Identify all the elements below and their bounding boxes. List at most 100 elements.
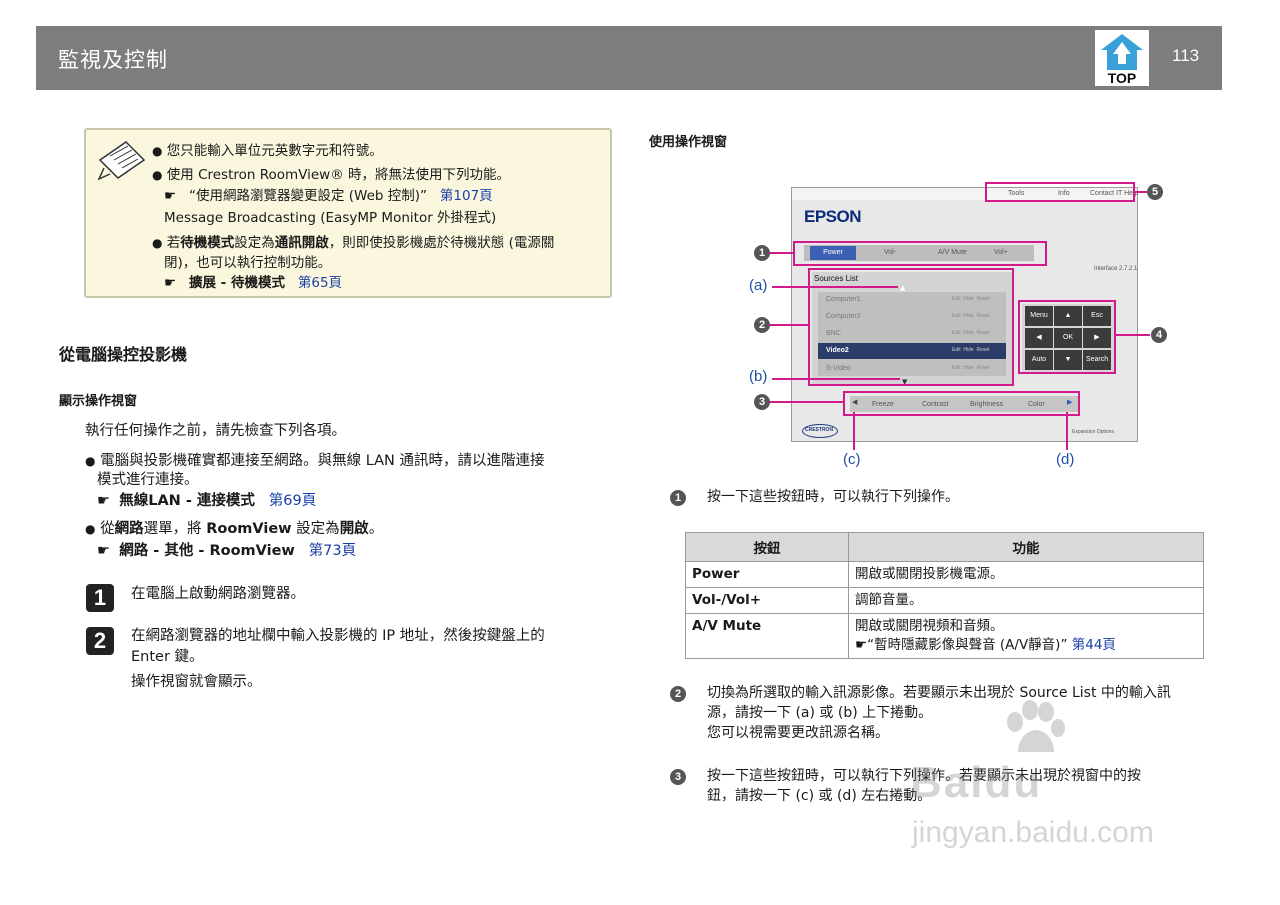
- check-text: 從: [100, 521, 115, 537]
- memo-pen-icon: [97, 141, 146, 181]
- callout-box-5: [985, 182, 1135, 202]
- callout-line: [772, 286, 898, 288]
- table-cell-function: 開啟或關閉視頻和音頻。 ☛“暫時隱藏影像與聲音 (A/V靜音)” 第44頁: [848, 613, 1204, 659]
- table-header-row: 按鈕 功能: [685, 532, 1204, 562]
- note-text: ，則即使投影機處於待機狀態 (電源關: [328, 235, 555, 251]
- note-bold: 待機模式: [180, 235, 235, 251]
- item-1-badge: 1: [670, 490, 686, 506]
- callout-line: [1116, 334, 1150, 336]
- check-text: 設定為: [291, 521, 340, 537]
- item-3-text: 鈕，請按一下 (c) 或 (d) 左右捲動。: [707, 788, 932, 804]
- check-text: 電腦與投影機確實都連接至網路。與無線 LAN 通訊時，請以進階連接: [100, 453, 545, 469]
- note-box: ● 您只能輸入單位元英數字元和符號。 ● 使用 Crestron RoomVie…: [84, 128, 612, 298]
- callout-b-label: (b): [749, 368, 768, 385]
- crestron-logo: CRESTRON: [805, 427, 834, 433]
- callout-line: [770, 401, 843, 403]
- step-text: Enter 鍵。: [131, 649, 204, 665]
- table-row: Vol-/Vol+ 調節音量。: [685, 587, 1204, 614]
- page-link[interactable]: 第65頁: [298, 275, 342, 291]
- callout-box-3: [843, 391, 1080, 416]
- check-item-2: ● 從網路選單，將 RoomView 設定為開啟。: [85, 521, 384, 537]
- note-ref-text: “使用網路瀏覽器變更設定 (Web 控制)”: [188, 188, 428, 204]
- item-3-badge: 3: [670, 769, 686, 785]
- table-cell-button: Power: [685, 561, 849, 588]
- table-cell-button: Vol-/Vol+: [685, 587, 849, 614]
- home-top-icon: [1101, 34, 1143, 70]
- step-text: 在電腦上啟動網路瀏覽器。: [131, 586, 305, 602]
- function-ref-line: ☛“暫時隱藏影像與聲音 (A/V靜音)” 第44頁: [855, 636, 1197, 655]
- callout-d-label: (d): [1056, 451, 1075, 468]
- callout-line: [770, 252, 793, 254]
- function-ref-text: “暫時隱藏影像與聲音 (A/V靜音)”: [867, 637, 1068, 653]
- page-title: 監視及控制: [58, 48, 168, 72]
- check-bold: 網路: [114, 521, 144, 537]
- pointing-hand-icon: ☛: [97, 543, 110, 559]
- check-text: 。: [368, 521, 384, 537]
- callout-3-badge: 3: [754, 394, 770, 410]
- step-number-1: 1: [86, 584, 114, 612]
- check-ref-text: 網路 - 其他 - RoomView: [119, 543, 295, 559]
- section-title: 從電腦操控投影機: [59, 345, 188, 364]
- top-button[interactable]: TOP: [1095, 30, 1149, 86]
- note-text: 您只能輸入單位元英數字元和符號。: [166, 143, 383, 159]
- callout-box-4: [1018, 300, 1116, 374]
- paw-icon: [1007, 700, 1065, 752]
- step-number-2: 2: [86, 627, 114, 655]
- note-item-1: ● 您只能輸入單位元英數字元和符號。: [152, 143, 383, 159]
- note-text: 閉)，也可以執行控制功能。: [164, 255, 332, 271]
- subsection-title: 顯示操作視窗: [59, 394, 138, 409]
- pointing-hand-icon: ☛: [164, 188, 177, 204]
- check-item-1: ● 電腦與投影機確實都連接至網路。與無線 LAN 通訊時，請以進階連接: [85, 453, 545, 469]
- table-cell-button: A/V Mute: [685, 613, 849, 659]
- watermark-url: jingyan.baidu.com: [912, 816, 1154, 849]
- pointing-hand-icon: ☛: [97, 493, 110, 509]
- page-link[interactable]: 第107頁: [440, 188, 493, 204]
- page-header: 監視及控制 TOP 113: [36, 26, 1222, 90]
- page-link[interactable]: 第44頁: [1072, 637, 1116, 653]
- interface-version: Interface 2.7.2.1: [1094, 266, 1138, 272]
- note-text: 若: [166, 235, 181, 251]
- check-bold: RoomView: [206, 521, 292, 537]
- step-result: 操作視窗就會顯示。: [131, 674, 262, 690]
- item-2-text: 源，請按一下 (a) 或 (b) 上下捲動。: [707, 705, 933, 721]
- callout-5-badge: 5: [1147, 184, 1163, 200]
- callout-line: [772, 378, 900, 380]
- baidu-watermark: Baidu jingyan.baidu.com: [910, 700, 1210, 860]
- note-ref-line: ☛ 擴展 - 待機模式 第65頁: [164, 274, 342, 292]
- check-ref-text: 無線LAN - 連接模式: [119, 493, 255, 509]
- callout-4-badge: 4: [1151, 327, 1167, 343]
- item-2-badge: 2: [670, 686, 686, 702]
- callout-2-badge: 2: [754, 317, 770, 333]
- watermark-brand: Baidu: [910, 758, 1043, 807]
- page-link[interactable]: 第73頁: [309, 543, 356, 559]
- check-text: 模式進行連接。: [97, 472, 199, 488]
- function-text: 開啟或關閉視頻和音頻。: [855, 618, 1004, 634]
- table-row: A/V Mute 開啟或關閉視頻和音頻。 ☛“暫時隱藏影像與聲音 (A/V靜音)…: [685, 613, 1204, 659]
- note-ref-line: ☛ “使用網路瀏覽器變更設定 (Web 控制)” 第107頁: [164, 187, 493, 205]
- pointing-hand-icon: ☛: [164, 275, 177, 291]
- check-text: 選單，將: [143, 521, 207, 537]
- table-cell-function: 開啟或關閉投影機電源。: [848, 561, 1204, 588]
- item-2-text: 您可以視需要更改訊源名稱。: [707, 725, 889, 741]
- page-link[interactable]: 第69頁: [269, 493, 316, 509]
- callout-c-label: (c): [843, 451, 861, 468]
- note-text: 使用 Crestron RoomView® 時，將無法使用下列功能。: [166, 167, 511, 183]
- callout-a-label: (a): [749, 277, 768, 294]
- step-text: 在網路瀏覽器的地址欄中輸入投影機的 IP 地址，然後按鍵盤上的: [131, 628, 545, 644]
- check-ref-line: ☛ 無線LAN - 連接模式 第69頁: [97, 491, 316, 512]
- column-header-button: 按鈕: [685, 532, 849, 562]
- expansion-options-link[interactable]: Expansion Options: [1072, 429, 1114, 435]
- note-extra: Message Broadcasting (EasyMP Monitor 外掛程…: [164, 210, 497, 226]
- callout-box-1: [793, 241, 1047, 266]
- column-header-function: 功能: [848, 532, 1204, 562]
- button-function-table: 按鈕 功能 Power 開啟或關閉投影機電源。 Vol-/Vol+ 調節音量。 …: [685, 532, 1204, 659]
- pointing-hand-icon: ☛: [855, 637, 868, 653]
- top-label: TOP: [1107, 70, 1137, 86]
- note-ref-text: 擴展 - 待機模式: [188, 275, 285, 291]
- callout-line: [1066, 412, 1068, 450]
- callout-line: [1135, 191, 1147, 193]
- check-ref-line: ☛ 網路 - 其他 - RoomView 第73頁: [97, 541, 356, 562]
- note-item-2: ● 使用 Crestron RoomView® 時，將無法使用下列功能。: [152, 167, 511, 183]
- check-bold: 開啟: [339, 521, 369, 537]
- epson-logo: EPSON: [804, 207, 862, 226]
